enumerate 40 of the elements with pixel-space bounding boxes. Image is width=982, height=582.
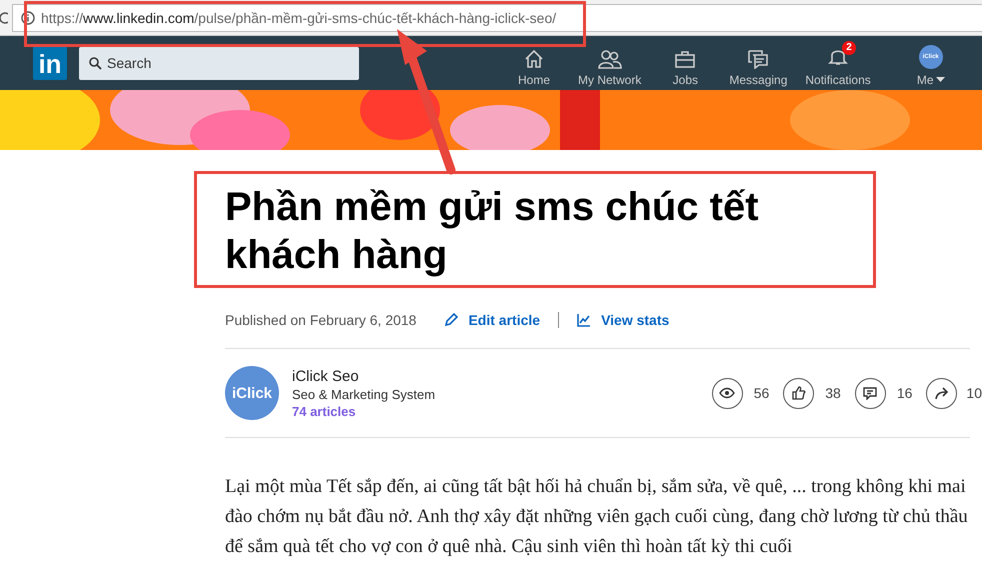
nav-item[interactable]: My Network [569,39,650,87]
stat-button[interactable] [783,378,814,408]
thumbs-up-icon [792,386,806,400]
stat-count: 10 [966,385,982,401]
nav-item[interactable]: Home [499,39,569,87]
share-icon [934,386,949,400]
logo[interactable]: in [33,46,67,80]
url-text: https://www.linkedin.com/pulse/phần-mềm-gửi-sms-chúc-tết-khách-hàng-iclick-seo/ [41,10,556,26]
article-title: Phần mềm gửi sms chúc tết khách hàng [225,184,760,279]
briefcase-icon [674,49,696,69]
action-link[interactable]: View stats [601,312,670,328]
home-icon [524,49,544,69]
messages-icon [747,49,770,69]
search-field[interactable]: Search [79,46,359,80]
comment-icon [863,386,878,400]
search-icon [89,56,102,70]
pencil-icon [444,313,458,327]
notification-badge: 2 [842,41,856,55]
stat-count: 56 [754,385,770,401]
stat-button[interactable] [926,378,958,408]
info-icon [21,10,35,24]
nav-item[interactable]: Messaging [720,39,796,87]
stat-count: 16 [896,385,912,401]
nav-item[interactable]: Jobs [650,39,720,87]
action-link[interactable]: Edit article [468,312,540,328]
caret-icon [936,77,945,83]
article-paragraph: Lại một mùa Tết sắp đến, ai cũng tất bật hối hả chuẩn bị, sắm sửa, về quê, ... trong không khi mai đào chớm nụ bắt đầu nở. Anh thợ xây đặt những viên gạch cuối cùng, đang chờ lương từ chủ thầu để sắm quà tết cho vợ con ở quê nhà. Cậu sinh viên thì hoàn tất kỳ thi cuối [225,475,969,559]
stat-count: 38 [825,385,841,401]
stat-button[interactable] [854,378,886,408]
author-headline: Seo & Marketing System [292,386,436,402]
articles-link[interactable]: 74 articles [292,404,436,418]
people-icon [598,49,622,69]
chart-icon [577,313,592,327]
stat-button[interactable] [712,378,743,408]
address-bar[interactable]: https://www.linkedin.com/pulse/phần-mềm-gửi-sms-chúc-tết-khách-hàng-iclick-seo/ [12,4,982,32]
reload-icon[interactable] [0,10,8,24]
eye-icon [719,387,736,399]
nav-item[interactable]: 2 Notifications [796,39,880,87]
publish-date: Published on February 6, 2018 [225,312,416,328]
author-name[interactable]: iClick Seo [292,368,436,384]
